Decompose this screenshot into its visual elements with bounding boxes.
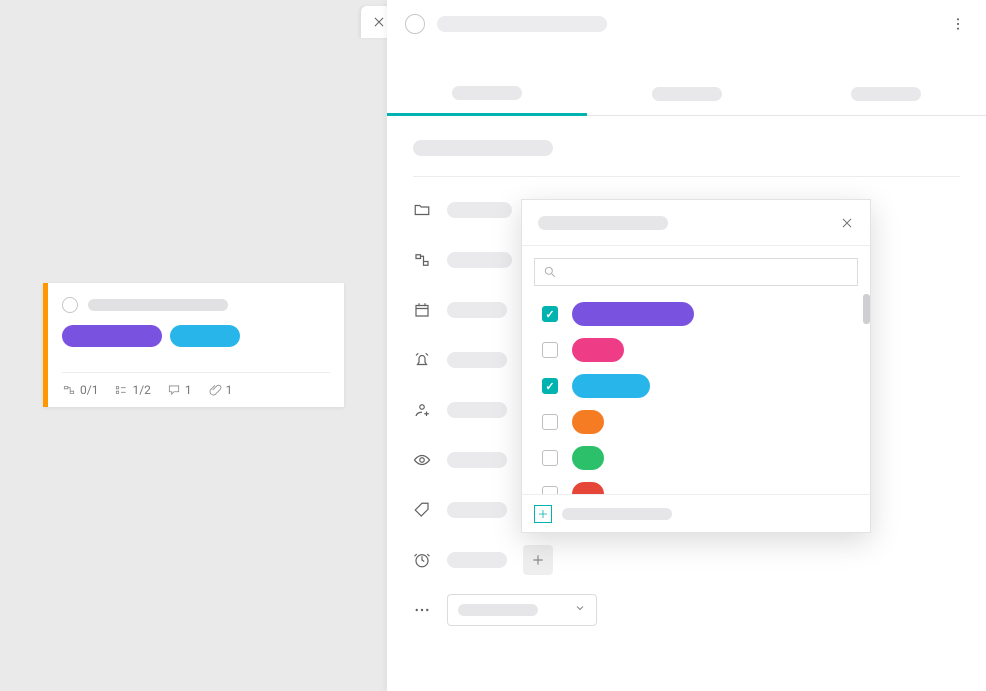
property-value[interactable]: [447, 352, 507, 368]
more-icon: [413, 601, 431, 619]
tag-option[interactable]: [542, 368, 858, 404]
card-meta: 0/1 1/2 1 1: [62, 372, 330, 397]
tab-label: [851, 87, 921, 101]
select-value: [458, 604, 538, 616]
popover-close-button[interactable]: [836, 212, 858, 234]
reminder-icon: [413, 351, 431, 369]
card-tag[interactable]: [170, 325, 240, 347]
property-value[interactable]: [447, 502, 507, 518]
scrollbar-thumb[interactable]: [863, 294, 870, 324]
attachments-counter[interactable]: 1: [208, 383, 233, 397]
card-body: 0/1 1/2 1 1: [48, 283, 344, 407]
comment-icon: [167, 383, 181, 397]
property-value[interactable]: [447, 202, 512, 218]
tag-search[interactable]: [534, 258, 858, 286]
calendar-icon: [413, 301, 431, 319]
comments-value: 1: [185, 383, 192, 397]
tag-color-pill: [572, 446, 604, 470]
tag-option[interactable]: [542, 404, 858, 440]
more-actions-button[interactable]: [948, 14, 968, 34]
close-icon: [372, 15, 386, 29]
tag-picker-popover: [521, 199, 871, 533]
tag-checkbox[interactable]: [542, 378, 558, 394]
tag-checkbox[interactable]: [542, 486, 558, 494]
assignee-icon: [413, 401, 431, 419]
tag-search-input[interactable]: [563, 265, 849, 279]
panel-tab[interactable]: [387, 72, 587, 116]
tags-icon: [413, 501, 431, 519]
status-circle-icon[interactable]: [405, 14, 425, 34]
search-icon: [543, 265, 557, 279]
comments-counter[interactable]: 1: [167, 383, 192, 397]
tag-option[interactable]: [542, 440, 858, 476]
property-row: [413, 535, 960, 585]
popover-header: [522, 200, 870, 246]
tag-option[interactable]: [542, 476, 858, 494]
add-tag-button[interactable]: [534, 505, 552, 523]
property-value[interactable]: [447, 452, 507, 468]
card-tag[interactable]: [62, 325, 162, 347]
tag-color-pill: [572, 374, 650, 398]
tag-option-list[interactable]: [522, 294, 870, 494]
checklist-icon: [114, 383, 128, 397]
panel-tab[interactable]: [786, 72, 986, 116]
tag-option[interactable]: [542, 332, 858, 368]
tag-checkbox[interactable]: [542, 450, 558, 466]
task-card[interactable]: 0/1 1/2 1 1: [43, 283, 344, 407]
divider: [413, 176, 960, 177]
alarm-icon: [413, 551, 431, 569]
card-title-row: [62, 297, 330, 313]
property-row: [413, 585, 960, 635]
subtasks-counter[interactable]: 0/1: [62, 383, 98, 397]
tag-checkbox[interactable]: [542, 414, 558, 430]
card-title: [88, 299, 228, 311]
close-icon: [840, 216, 854, 230]
watchers-icon: [413, 451, 431, 469]
tag-checkbox[interactable]: [542, 342, 558, 358]
tag-option[interactable]: [542, 296, 858, 332]
add-tag-label: [562, 508, 672, 520]
attachments-value: 1: [226, 383, 233, 397]
panel-header: [387, 0, 986, 36]
checklist-counter[interactable]: 1/2: [114, 383, 150, 397]
panel-title: [437, 16, 607, 32]
property-value[interactable]: [447, 252, 512, 268]
panel-tabs: [387, 72, 986, 116]
status-circle-icon[interactable]: [62, 297, 78, 313]
tab-label: [452, 86, 522, 100]
panel-tab[interactable]: [587, 72, 787, 116]
property-select[interactable]: [447, 594, 597, 626]
card-tags: [62, 325, 330, 347]
property-value[interactable]: [447, 402, 507, 418]
subtasks-icon: [62, 383, 76, 397]
attachment-icon: [208, 383, 222, 397]
checklist-value: 1/2: [132, 383, 150, 397]
tag-color-pill: [572, 410, 604, 434]
folder-icon: [413, 201, 431, 219]
tag-checkbox[interactable]: [542, 306, 558, 322]
property-value[interactable]: [447, 552, 507, 568]
chevron-down-icon: [574, 602, 586, 618]
tag-color-pill: [572, 302, 694, 326]
plus-icon: [531, 553, 545, 567]
section-title: [413, 140, 553, 156]
plus-icon: [537, 508, 549, 520]
property-value[interactable]: [447, 302, 507, 318]
tab-label: [652, 87, 722, 101]
close-panel-button[interactable]: [369, 12, 389, 32]
popover-footer: [522, 494, 870, 532]
tag-color-pill: [572, 482, 604, 494]
subtasks-value: 0/1: [80, 383, 98, 397]
property-add-button[interactable]: [523, 545, 553, 575]
relation-icon: [413, 251, 431, 269]
popover-title: [538, 216, 668, 230]
tag-color-pill: [572, 338, 624, 362]
kebab-icon: [950, 16, 966, 32]
